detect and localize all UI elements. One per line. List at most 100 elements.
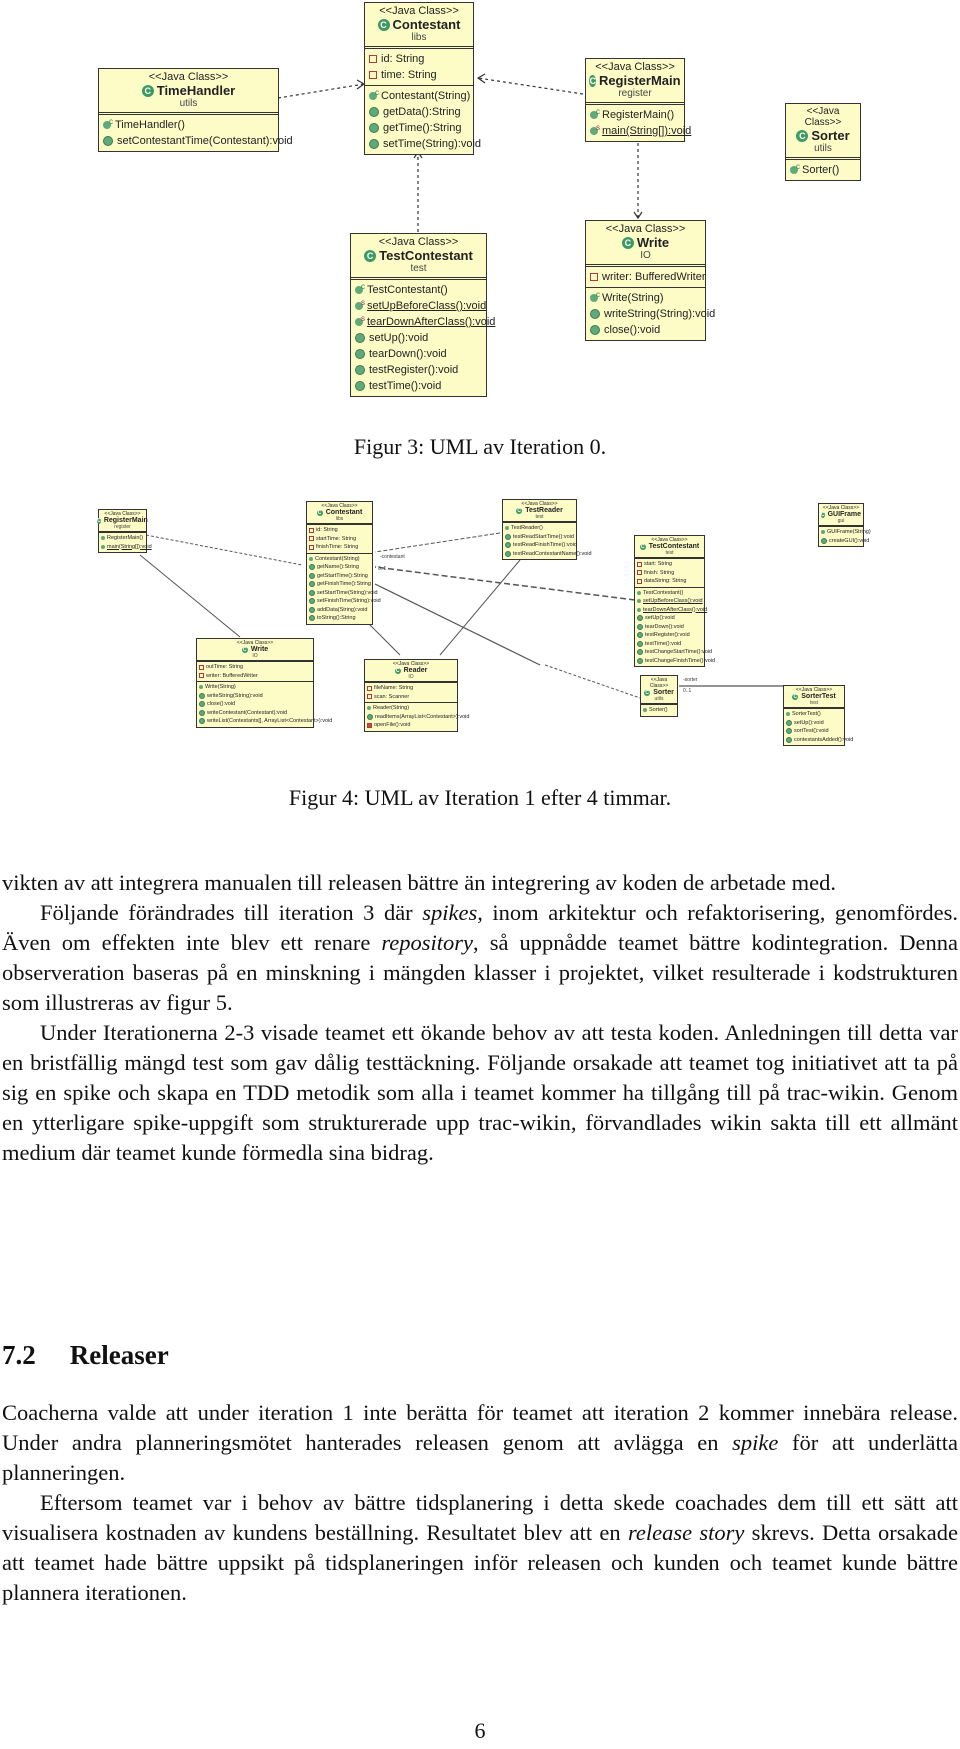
- private-field-icon: [369, 55, 377, 63]
- stereotype: <<Java Class>>: [605, 223, 686, 235]
- static-method-icon: [637, 607, 641, 612]
- class-icon: C: [141, 84, 154, 97]
- public-method-icon: [199, 692, 205, 699]
- class-icon: C: [792, 693, 799, 700]
- method: Contestant(String): [381, 90, 471, 102]
- method: testRegister():void: [369, 364, 459, 376]
- method: TestContestant(): [367, 284, 448, 296]
- class-guiframe: <<Java Class>> C GUIFrame gui GUIFrame(Stri…: [818, 503, 871, 547]
- public-method-icon: [103, 136, 113, 146]
- link-label: 0..1: [683, 688, 692, 694]
- public-method-icon: [355, 333, 365, 343]
- class-testcontestant: <<Java Class>> CTestContestant test Test…: [350, 233, 495, 397]
- emphasis: spike: [732, 1430, 779, 1455]
- method: Contestant(String): [315, 555, 360, 562]
- method: contestantsAdded():void: [794, 736, 854, 743]
- link-label: -contestant: [380, 554, 405, 560]
- method: setUp():void: [369, 332, 429, 344]
- constructor-icon: [790, 159, 800, 175]
- method: testReadContestantName():void: [513, 550, 592, 557]
- class-contestant: <<Java Class>> C Contestant libs id: String…: [306, 501, 381, 625]
- body-text: vikten av att integrera manualen till re…: [2, 868, 958, 1168]
- public-method-icon: [309, 572, 315, 579]
- stereotype: <<Java Class>>: [595, 61, 675, 73]
- method: tearDownAfterClass():void: [367, 316, 496, 328]
- class-icon: C: [516, 507, 523, 514]
- paragraph: Under Iterationerna 2-3 visade teamet et…: [2, 1020, 958, 1165]
- method: writeList(Contestants[], ArrayList<Conte…: [207, 718, 333, 724]
- public-method-icon: [786, 719, 792, 726]
- constructor-icon: [199, 685, 203, 690]
- attribute: scan: Scanner: [374, 693, 410, 700]
- method: Write(String): [205, 684, 236, 690]
- class-registermain: <<Java Class>> C RegisterMain register Regi…: [97, 509, 152, 553]
- package-name: utils: [654, 696, 664, 702]
- attribute: dataString: String: [644, 578, 687, 584]
- section-heading: 7.2 Releaser: [2, 1340, 169, 1371]
- attribute: time: String: [381, 69, 437, 81]
- package-name: register: [114, 524, 131, 530]
- method: getTime():String: [383, 122, 462, 134]
- public-method-icon: [637, 623, 643, 630]
- constructor-icon: [355, 279, 365, 295]
- class-registermain: <<Java Class>> CRegisterMain register Re…: [585, 58, 691, 142]
- link: [139, 554, 241, 638]
- method: Write(String): [602, 292, 664, 304]
- link: [544, 664, 644, 700]
- public-method-icon: [637, 640, 643, 647]
- class-name: SorterTest: [801, 693, 836, 700]
- public-method-icon: [505, 542, 511, 549]
- method: setUpBeforeClass():void: [367, 300, 487, 312]
- class-name: Contestant: [392, 17, 461, 32]
- method: testReadStartTime():void: [513, 533, 574, 540]
- package-name: libs: [335, 516, 344, 522]
- class-write: <<Java Class>> C Write IO outTime: String w…: [196, 638, 332, 728]
- private-method-icon: [367, 722, 372, 728]
- method: close():void: [604, 324, 661, 336]
- private-field-icon: [369, 71, 377, 79]
- public-method-icon: [369, 139, 379, 149]
- static-method-icon: [637, 599, 641, 604]
- link: [145, 534, 303, 566]
- section-number: 7.2: [2, 1340, 36, 1370]
- paragraph: Följande förändrades till iteration 3 dä…: [2, 898, 958, 1018]
- class-icon: C: [644, 689, 651, 696]
- constructor-icon: [590, 287, 600, 303]
- private-field-icon: [309, 544, 314, 550]
- public-method-icon: [821, 537, 827, 544]
- method: createGUI():void: [829, 537, 870, 544]
- public-method-icon: [590, 325, 600, 335]
- figure-4-uml-diagram: -contestant 0..1 -sorter 0..1 <<Java Cla…: [0, 495, 960, 760]
- method: testChangeFinishTime():void: [645, 657, 716, 664]
- method: GUIFrame(String): [827, 529, 871, 535]
- class-icon: C: [796, 129, 809, 142]
- stereotype: <<Java Class>>: [804, 106, 842, 128]
- attribute: id: String: [381, 53, 425, 65]
- public-method-icon: [369, 123, 379, 133]
- link: [374, 532, 501, 553]
- constructor-icon: [367, 706, 371, 711]
- method: testChangeStartTime():void: [645, 649, 713, 655]
- method: tearDown():void: [369, 348, 447, 360]
- method: Reader(String): [373, 705, 410, 711]
- public-method-icon: [505, 550, 511, 557]
- method: main(String[]):void: [107, 543, 152, 550]
- private-field-icon: [309, 536, 314, 542]
- link-timehandler-contestant: [277, 83, 365, 99]
- method: setUp():void: [794, 719, 824, 726]
- static-method-icon: [355, 311, 365, 327]
- constructor-icon: [103, 114, 113, 130]
- method: setFinishTime(String):void: [317, 598, 381, 604]
- constructor-icon: [821, 530, 825, 535]
- class-icon: C: [364, 249, 377, 262]
- private-field-icon: [367, 694, 372, 700]
- link-label: 0..1: [378, 566, 387, 572]
- method: Sorter(): [649, 707, 668, 713]
- class-sorter: <<Java Class>> CSorter utils Sorter(): [785, 103, 861, 181]
- class-name: TestContestant: [648, 543, 700, 550]
- class-reader: <<Java Class>> C Reader IO fileName: String…: [364, 659, 469, 732]
- method: toString():String: [317, 615, 356, 621]
- public-method-icon: [786, 736, 792, 743]
- section-text: Coacherna valde att under iteration 1 in…: [2, 1398, 958, 1608]
- constructor-icon: [309, 556, 313, 561]
